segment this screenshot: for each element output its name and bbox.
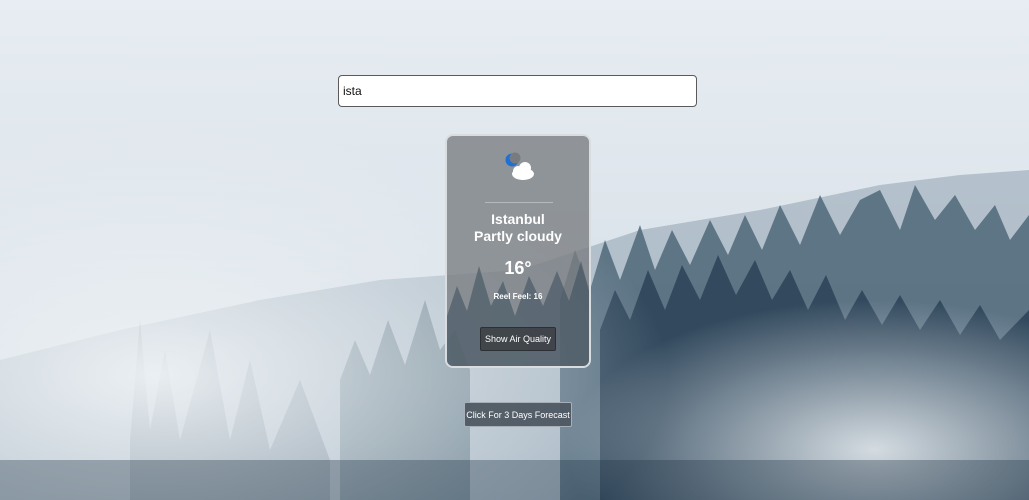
weather-condition: Partly cloudy: [474, 228, 562, 244]
city-search-input[interactable]: [338, 75, 697, 107]
city-name: Istanbul: [491, 211, 545, 227]
show-air-quality-button[interactable]: Show Air Quality: [480, 327, 556, 351]
partly-cloudy-night-icon: [505, 152, 534, 180]
three-day-forecast-button[interactable]: Click For 3 Days Forecast: [464, 402, 572, 427]
weather-card: Istanbul Partly cloudy 16° Reel Feel: 16…: [445, 134, 591, 368]
temperature: 16°: [504, 258, 532, 278]
page-background: Istanbul Partly cloudy 16° Reel Feel: 16…: [0, 0, 1029, 500]
real-feel: Reel Feel: 16: [493, 292, 543, 301]
card-divider: [485, 202, 553, 203]
